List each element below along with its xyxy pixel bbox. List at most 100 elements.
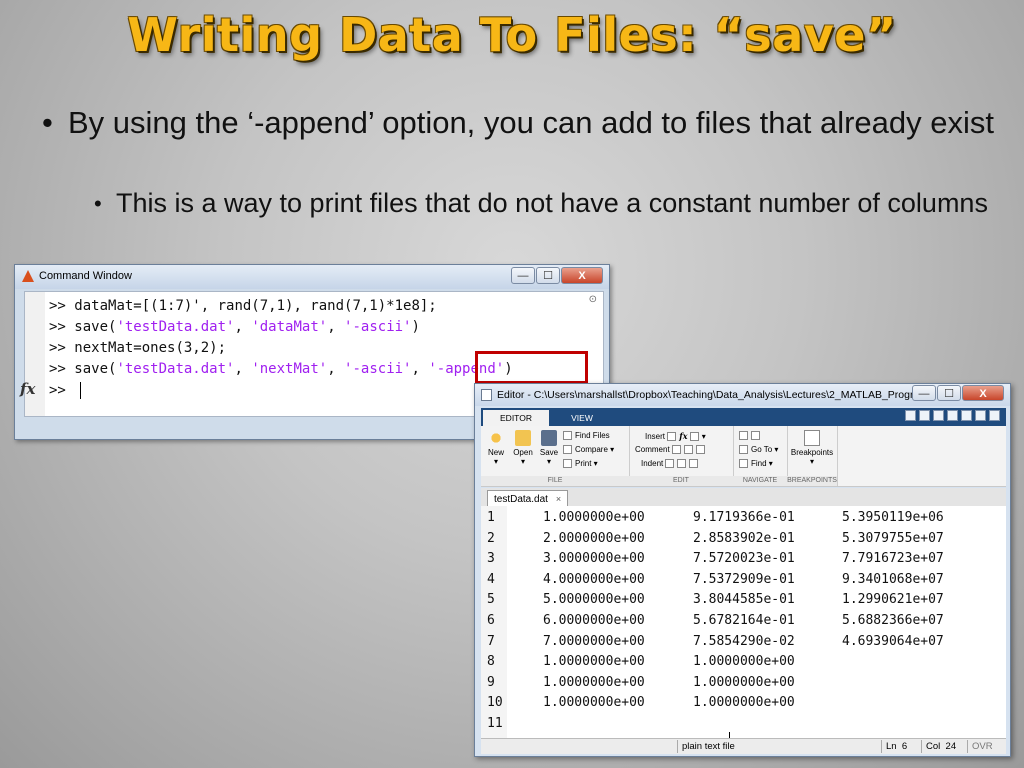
save-icon[interactable] (905, 410, 916, 421)
code-line: 11 (481, 716, 1006, 736)
ribbon-group-file: New ▾ Open ▾ Save ▾ Find Files Compare ▾ Pr… (481, 426, 630, 486)
printer-icon (563, 459, 572, 469)
maximize-button[interactable]: ☐ (937, 385, 961, 401)
matlab-logo-icon (22, 270, 34, 282)
close-button[interactable]: X (962, 385, 1004, 401)
breakpoints-icon (804, 430, 820, 446)
code-line: 8 1.0000000e+00 1.0000000e+00 (481, 654, 1006, 674)
open-button[interactable]: Open ▾ (511, 430, 535, 466)
maximize-button[interactable]: ☐ (536, 267, 560, 284)
copy-icon[interactable] (933, 410, 944, 421)
editor-document-icon (481, 389, 492, 401)
floppy-icon (541, 430, 557, 446)
go-to-button[interactable]: Go To ▾ (739, 445, 778, 455)
command-line: >> nextMat=ones(3,2); (49, 340, 227, 356)
code-editor[interactable]: 1 1.0000000e+00 9.1719366e-01 5.3950119e+06… (481, 506, 1006, 748)
ribbon-group-label: EDIT (629, 476, 733, 486)
undo-icon[interactable] (961, 410, 972, 421)
code-line: 6 6.0000000e+00 5.6782164e-01 5.6882366e+07 (481, 613, 1006, 633)
ribbon-group-label: NAVIGATE (733, 476, 787, 486)
line-number: 3 (487, 551, 495, 567)
command-prompt-input[interactable]: >> (49, 382, 82, 399)
data-cell: 5.0000000e+00 (543, 592, 645, 608)
data-cell: 3.8044585e-01 (693, 592, 795, 608)
command-line: >> save('testData.dat', 'nextMat', '-asc… (49, 361, 513, 377)
find-files-button[interactable]: Find Files (563, 431, 610, 441)
print-button[interactable]: Print ▾ (563, 459, 598, 469)
quick-access-toolbar (905, 410, 1000, 421)
compare-icon (563, 445, 572, 455)
line-number: 8 (487, 654, 495, 670)
command-window-titlebar[interactable]: Command Window — ☐ X (15, 265, 609, 289)
line-number: 2 (487, 530, 495, 546)
save-button[interactable]: Save ▾ (537, 430, 561, 466)
document-tabs: testData.dat × (481, 488, 1006, 507)
tab-editor[interactable]: EDITOR (483, 410, 549, 426)
data-cell: 1.0000000e+00 (693, 695, 795, 711)
close-tab-icon[interactable]: × (556, 494, 561, 504)
help-icon[interactable] (989, 410, 1000, 421)
document-tab[interactable]: testData.dat × (487, 490, 569, 506)
editor-titlebar[interactable]: Editor - C:\Users\marshallst\Dropbox\Tea… (475, 384, 1010, 406)
code-line: 1 1.0000000e+00 9.1719366e-01 5.3950119e+06 (481, 510, 1006, 530)
data-cell: 3.0000000e+00 (543, 551, 645, 567)
ribbon-group-label: FILE (481, 476, 629, 486)
function-browser-icon[interactable]: fx (20, 380, 35, 398)
line-number: 7 (487, 633, 495, 649)
data-cell: 1.2990621e+07 (842, 592, 944, 608)
code-line: 2 2.0000000e+00 2.8583902e-01 5.3079755e+07 (481, 531, 1006, 551)
line-number: 11 (487, 716, 503, 731)
line-number-status: Ln 6 (881, 740, 922, 753)
compare-button[interactable]: Compare ▾ (563, 445, 614, 455)
bullet-level1: • By using the ‘-append’ option, you can… (42, 104, 1002, 141)
data-cell: 4.6939064e+07 (842, 633, 944, 649)
command-window-title: Command Window (39, 270, 132, 282)
slide-title: Writing Data To Files: “save” (127, 8, 897, 62)
data-cell: 1.0000000e+00 (543, 695, 645, 711)
file-type-status: plain text file (677, 740, 882, 753)
find-files-icon (563, 431, 572, 441)
breakpoints-button[interactable]: Breakpoints ▾ (789, 430, 835, 466)
code-line: 3 3.0000000e+00 7.5720023e-01 7.7916723e+07 (481, 551, 1006, 571)
ribbon-group-breakpoints: Breakpoints ▾ BREAKPOINTS (787, 426, 838, 486)
data-cell: 5.3950119e+06 (842, 510, 944, 525)
data-cell: 1.0000000e+00 (543, 510, 645, 525)
code-line: 5 5.0000000e+00 3.8044585e-01 1.2990621e+07 (481, 592, 1006, 612)
close-button[interactable]: X (561, 267, 603, 284)
editor-window: Editor - C:\Users\marshallst\Dropbox\Tea… (474, 383, 1011, 757)
data-cell: 5.6782164e-01 (693, 613, 795, 628)
data-cell: 1.0000000e+00 (543, 654, 645, 670)
plus-icon (488, 430, 504, 446)
data-cell: 7.5720023e-01 (693, 551, 795, 567)
fx-icon: fx (679, 431, 688, 441)
line-number: 10 (487, 695, 503, 711)
redo-icon[interactable] (975, 410, 986, 421)
data-cell: 2.8583902e-01 (693, 530, 795, 546)
new-button[interactable]: New ▾ (485, 430, 507, 466)
paste-icon[interactable] (947, 410, 958, 421)
comment-button[interactable]: Comment (635, 445, 708, 455)
insert-button[interactable]: Insert fx ▾ (645, 431, 706, 442)
cut-icon[interactable] (919, 410, 930, 421)
editor-title: Editor - C:\Users\marshallst\Dropbox\Tea… (497, 389, 917, 401)
command-line: >> dataMat=[(1:7)', rand(7,1), rand(7,1)… (49, 298, 437, 314)
indent-button[interactable]: Indent (641, 459, 701, 469)
forward-arrow-icon (751, 431, 760, 441)
code-line: 4 4.0000000e+00 7.5372909e-01 9.3401068e+07 (481, 572, 1006, 592)
status-bar: plain text file Ln 6 Col 24 OVR (481, 738, 1006, 754)
command-line: >> save('testData.dat', 'dataMat', '-asc… (49, 319, 420, 335)
overwrite-mode-status: OVR (967, 740, 1002, 753)
go-to-icon (739, 445, 748, 455)
data-cell: 9.3401068e+07 (842, 571, 944, 587)
back-forward-buttons[interactable] (739, 431, 763, 441)
tab-view[interactable]: VIEW (553, 410, 611, 426)
text-cursor (80, 382, 82, 399)
minimize-button[interactable]: — (511, 267, 535, 284)
data-cell: 1.0000000e+00 (693, 654, 795, 670)
code-line: 7 7.0000000e+00 7.5854290e-02 4.6939064e+07 (481, 634, 1006, 654)
ribbon-group-label: BREAKPOINTS (787, 476, 837, 486)
minimize-button[interactable]: — (912, 385, 936, 401)
data-cell: 6.0000000e+00 (543, 613, 645, 628)
find-button[interactable]: Find ▾ (739, 459, 773, 469)
scroll-options-icon[interactable]: ⊙ (589, 294, 597, 305)
